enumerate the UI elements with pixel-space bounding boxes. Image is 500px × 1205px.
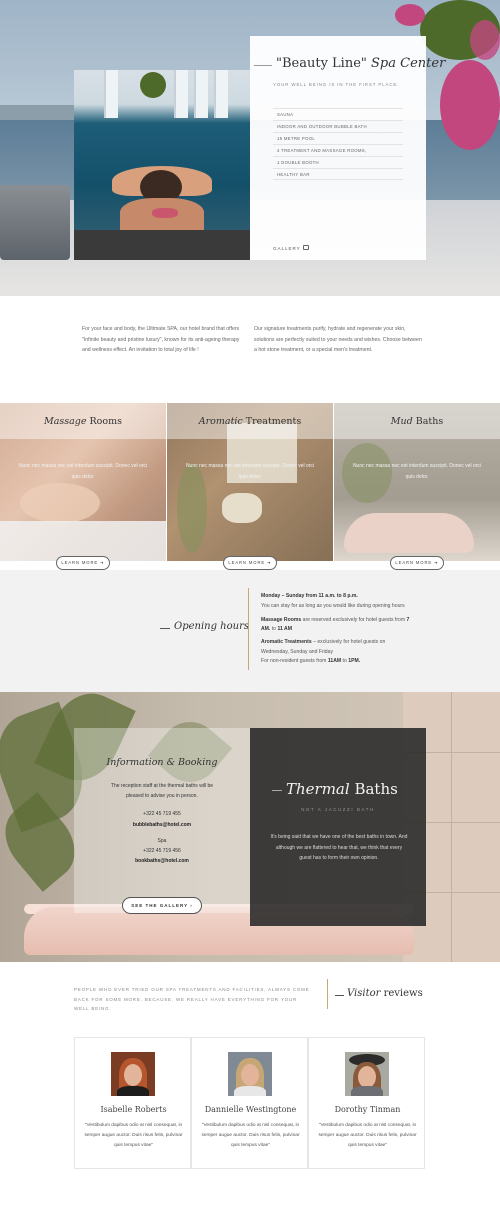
pool-deck (74, 230, 250, 260)
service-text-overlay (334, 439, 500, 561)
service-text-overlay (167, 439, 333, 561)
accent-divider (248, 588, 249, 670)
review-quote: "Vestibulum dapibus odio at nisl consequ… (84, 1123, 183, 1148)
reviewer-name: Isabelle Roberts (100, 1105, 167, 1114)
thermal-baths-card: Thermal Baths NOT A JACUZZI BATH It's be… (250, 728, 426, 926)
arrow-right-icon: ➜ (267, 560, 272, 565)
spa-label: Spa (157, 838, 167, 844)
service-text: Nunc nec massa nec est interdum suscipit… (18, 463, 148, 480)
review-card: Isabelle Roberts "Vestibulum dapibus odi… (74, 1037, 191, 1169)
swimsuit (152, 208, 178, 218)
service-massage: Massage Rooms Nunc nec massa nec est int… (0, 403, 166, 561)
window-frame (174, 70, 188, 118)
hours-line: Aromatic Treatments – exclusively for ho… (261, 639, 386, 645)
window-frame (104, 70, 118, 118)
service-text-overlay (0, 439, 166, 561)
avatar-face (358, 1066, 376, 1088)
review-quote: "Vestibulum dapibus odio at nisl consequ… (201, 1123, 300, 1148)
thermal-title: Thermal Baths (286, 780, 398, 798)
review-quote: "Vestibulum dapibus odio at nisl consequ… (318, 1123, 417, 1148)
service-title: Aromatic Treatments (198, 416, 302, 427)
email-link[interactable]: bubblebaths@hotel.com (74, 820, 250, 831)
amenity-item: SAUNA (273, 108, 403, 120)
window-frame (214, 70, 228, 118)
avatar-body (117, 1086, 149, 1096)
learn-more-button[interactable]: LEARN MORE ➜ (390, 556, 444, 570)
avatar (345, 1052, 389, 1096)
reviewer-name: Dannielle Westingtone (204, 1105, 297, 1114)
opening-hours-section (0, 570, 500, 692)
hero-subtitle: YOUR WELL BEING IS IN THE FIRST PLACE. (273, 82, 400, 87)
hero-title: "Beauty Line" Spa Center (276, 56, 446, 71)
flower-decoration (395, 4, 425, 26)
arrow-right-icon: ➜ (434, 560, 439, 565)
service-aromatic: Aromatic Treatments Nunc nec massa nec e… (167, 403, 333, 561)
hours-line: Monday – Sunday from 11 a.m. to 8 p.m. (261, 593, 358, 599)
accent-divider (327, 979, 328, 1009)
hours-line: For non-resident guests from 11AM to 1PM… (261, 658, 361, 664)
service-mud: Mud Baths Nunc nec massa nec est interdu… (334, 403, 500, 561)
title-dash (160, 628, 170, 629)
information-booking-card: Information & Booking The reception staf… (74, 728, 250, 914)
phone-number[interactable]: +322 45 719 455 (74, 809, 250, 820)
title-dash (272, 790, 282, 791)
chevron-right-icon: › (190, 903, 193, 908)
avatar-body (351, 1086, 383, 1096)
hero-section: "Beauty Line" Spa Center YOUR WELL BEING… (0, 0, 500, 296)
flower-decoration (440, 60, 500, 150)
reviewer-name: Dorothy Tinman (334, 1105, 401, 1114)
thermal-subtitle: NOT A JACUZZI BATH (301, 807, 375, 812)
see-gallery-button[interactable]: SEE THE GALLERY › (122, 897, 202, 914)
hours-line: AM. to 11 AM (261, 626, 292, 632)
review-card: Dannielle Westingtone "Vestibulum dapibu… (191, 1037, 308, 1169)
spa-info-card: "Beauty Line" Spa Center YOUR WELL BEING… (250, 36, 445, 260)
title-dash (254, 65, 272, 66)
amenity-item: 15 METRE POOL (273, 132, 403, 144)
amenity-item: 1 DOUBLE BOOTH (273, 156, 403, 168)
service-text: Nunc nec massa nec est interdum suscipit… (185, 463, 315, 480)
review-card: Dorothy Tinman "Vestibulum dapibus odio … (308, 1037, 425, 1169)
amenity-item: 4 TREATMENT AND MASSAGE ROOMS, (273, 144, 403, 156)
lounge-chair-image (0, 185, 70, 260)
learn-more-button[interactable]: LEARN MORE ➜ (56, 556, 110, 570)
window-frame (194, 70, 208, 118)
hours-line: You can stay for as long as you would li… (261, 603, 405, 609)
tile-line (451, 692, 452, 962)
camera-icon[interactable] (303, 245, 309, 250)
info-line: The reception staff at the thermal baths… (110, 783, 214, 789)
opening-hours-title: Opening hours (174, 621, 249, 632)
amenity-item: HEALTHY BAR (273, 168, 403, 180)
pool-photo (74, 70, 250, 260)
amenity-item: INDOOR AND OUTDOOR BUBBLE BATH (273, 120, 403, 132)
learn-more-button[interactable]: LEARN MORE ➜ (223, 556, 277, 570)
avatar (228, 1052, 272, 1096)
thermal-text: It's being said that we have one of the … (270, 834, 408, 861)
avatar-body (234, 1086, 266, 1096)
avatar-face (124, 1064, 142, 1086)
avatar (111, 1052, 155, 1096)
plant-decoration (140, 72, 166, 98)
gallery-link[interactable]: GALLERY (273, 246, 301, 251)
reviews-intro: PEOPLE WHO EVER TRIED OUR SPA TREATMENTS… (74, 987, 310, 1011)
phone-number[interactable]: +322 45 719 456 (74, 846, 250, 857)
arrow-right-icon: ➜ (100, 560, 105, 565)
intro-left-text: For your face and body, the Ultimate SPA… (82, 326, 240, 353)
title-dash (335, 995, 344, 996)
intro-right-text: Our signature treatments purify, hydrate… (254, 326, 422, 353)
info-line: pleased to advise you in person. (126, 793, 198, 799)
service-title: Massage Rooms (43, 416, 122, 427)
service-title: Mud Baths (390, 416, 444, 427)
flower-decoration (470, 20, 500, 60)
reviews-title: Visitor reviews (347, 988, 423, 999)
amenities-list: SAUNA INDOOR AND OUTDOOR BUBBLE BATH 15 … (273, 108, 403, 180)
info-title: Information & Booking (106, 757, 218, 768)
email-link[interactable]: bookbaths@hotel.com (74, 856, 250, 867)
service-text: Nunc nec massa nec est interdum suscipit… (352, 463, 482, 480)
avatar-face (241, 1064, 259, 1086)
